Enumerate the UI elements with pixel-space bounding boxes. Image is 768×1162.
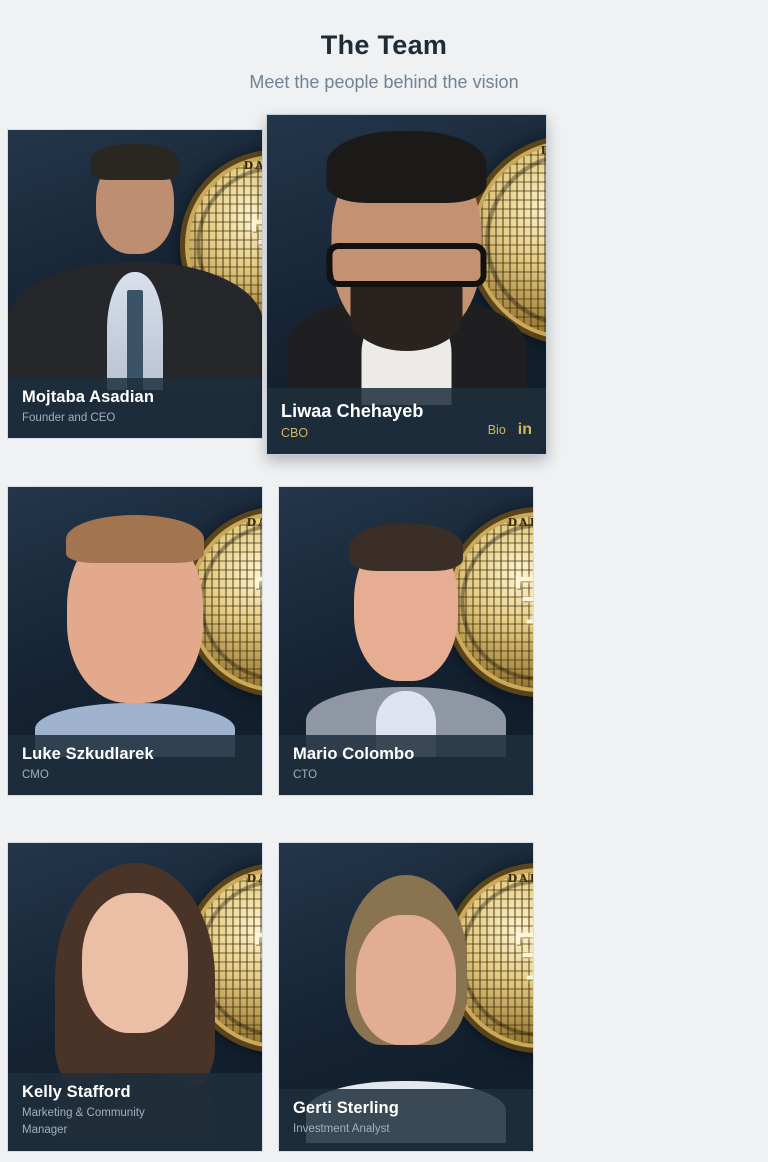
member-name: Mario Colombo <box>293 745 415 763</box>
team-card-kelly[interactable]: DARICO Ŧ Kelly Stafford Marketing & Comm… <box>7 842 263 1152</box>
team-card-luke[interactable]: DARICO Ŧ Luke Szkudlarek CMO <box>7 486 263 796</box>
team-card-mario[interactable]: DARICO Ŧ Mario Colombo CTO <box>278 486 534 796</box>
section-subtitle: Meet the people behind the vision <box>249 72 519 92</box>
section-title: The Team <box>320 30 448 60</box>
member-role: Marketing & Community Manager <box>22 1107 145 1136</box>
member-name: Mojtaba Asadian <box>22 388 154 406</box>
member-photo <box>279 497 533 757</box>
member-photo <box>8 497 262 757</box>
member-role: CTO <box>293 769 318 781</box>
team-card-mojtaba[interactable]: DARICO Ŧ Mojtaba Asadian Founder and CEO <box>7 129 263 439</box>
member-info: Luke Szkudlarek CMO <box>8 735 262 795</box>
member-name: Kelly Stafford <box>22 1083 131 1101</box>
member-role: CMO <box>22 769 49 781</box>
bio-link[interactable]: Bio <box>488 423 506 437</box>
team-card-gerti[interactable]: DARICO Ŧ Gerti Sterling Investment Analy… <box>278 842 534 1152</box>
member-info: Liwaa Chehayeb CBO Bio in <box>267 388 546 454</box>
team-card-liwaa[interactable]: DARICO Ŧ Liwaa Chehayeb CBO Bio in <box>266 114 547 455</box>
member-info: Gerti Sterling Investment Analyst <box>279 1089 533 1151</box>
member-name: Luke Szkudlarek <box>22 745 154 763</box>
member-photo <box>267 125 546 405</box>
member-info: Mojtaba Asadian Founder and CEO <box>8 378 262 438</box>
member-role: Founder and CEO <box>22 412 116 424</box>
member-role: Investment Analyst <box>293 1123 390 1135</box>
member-info: Kelly Stafford Marketing & Community Man… <box>8 1073 262 1151</box>
member-photo <box>8 140 262 390</box>
member-name: Gerti Sterling <box>293 1099 399 1117</box>
member-name: Liwaa Chehayeb <box>281 401 424 421</box>
linkedin-icon[interactable]: in <box>518 421 532 439</box>
member-info: Mario Colombo CTO <box>279 735 533 795</box>
